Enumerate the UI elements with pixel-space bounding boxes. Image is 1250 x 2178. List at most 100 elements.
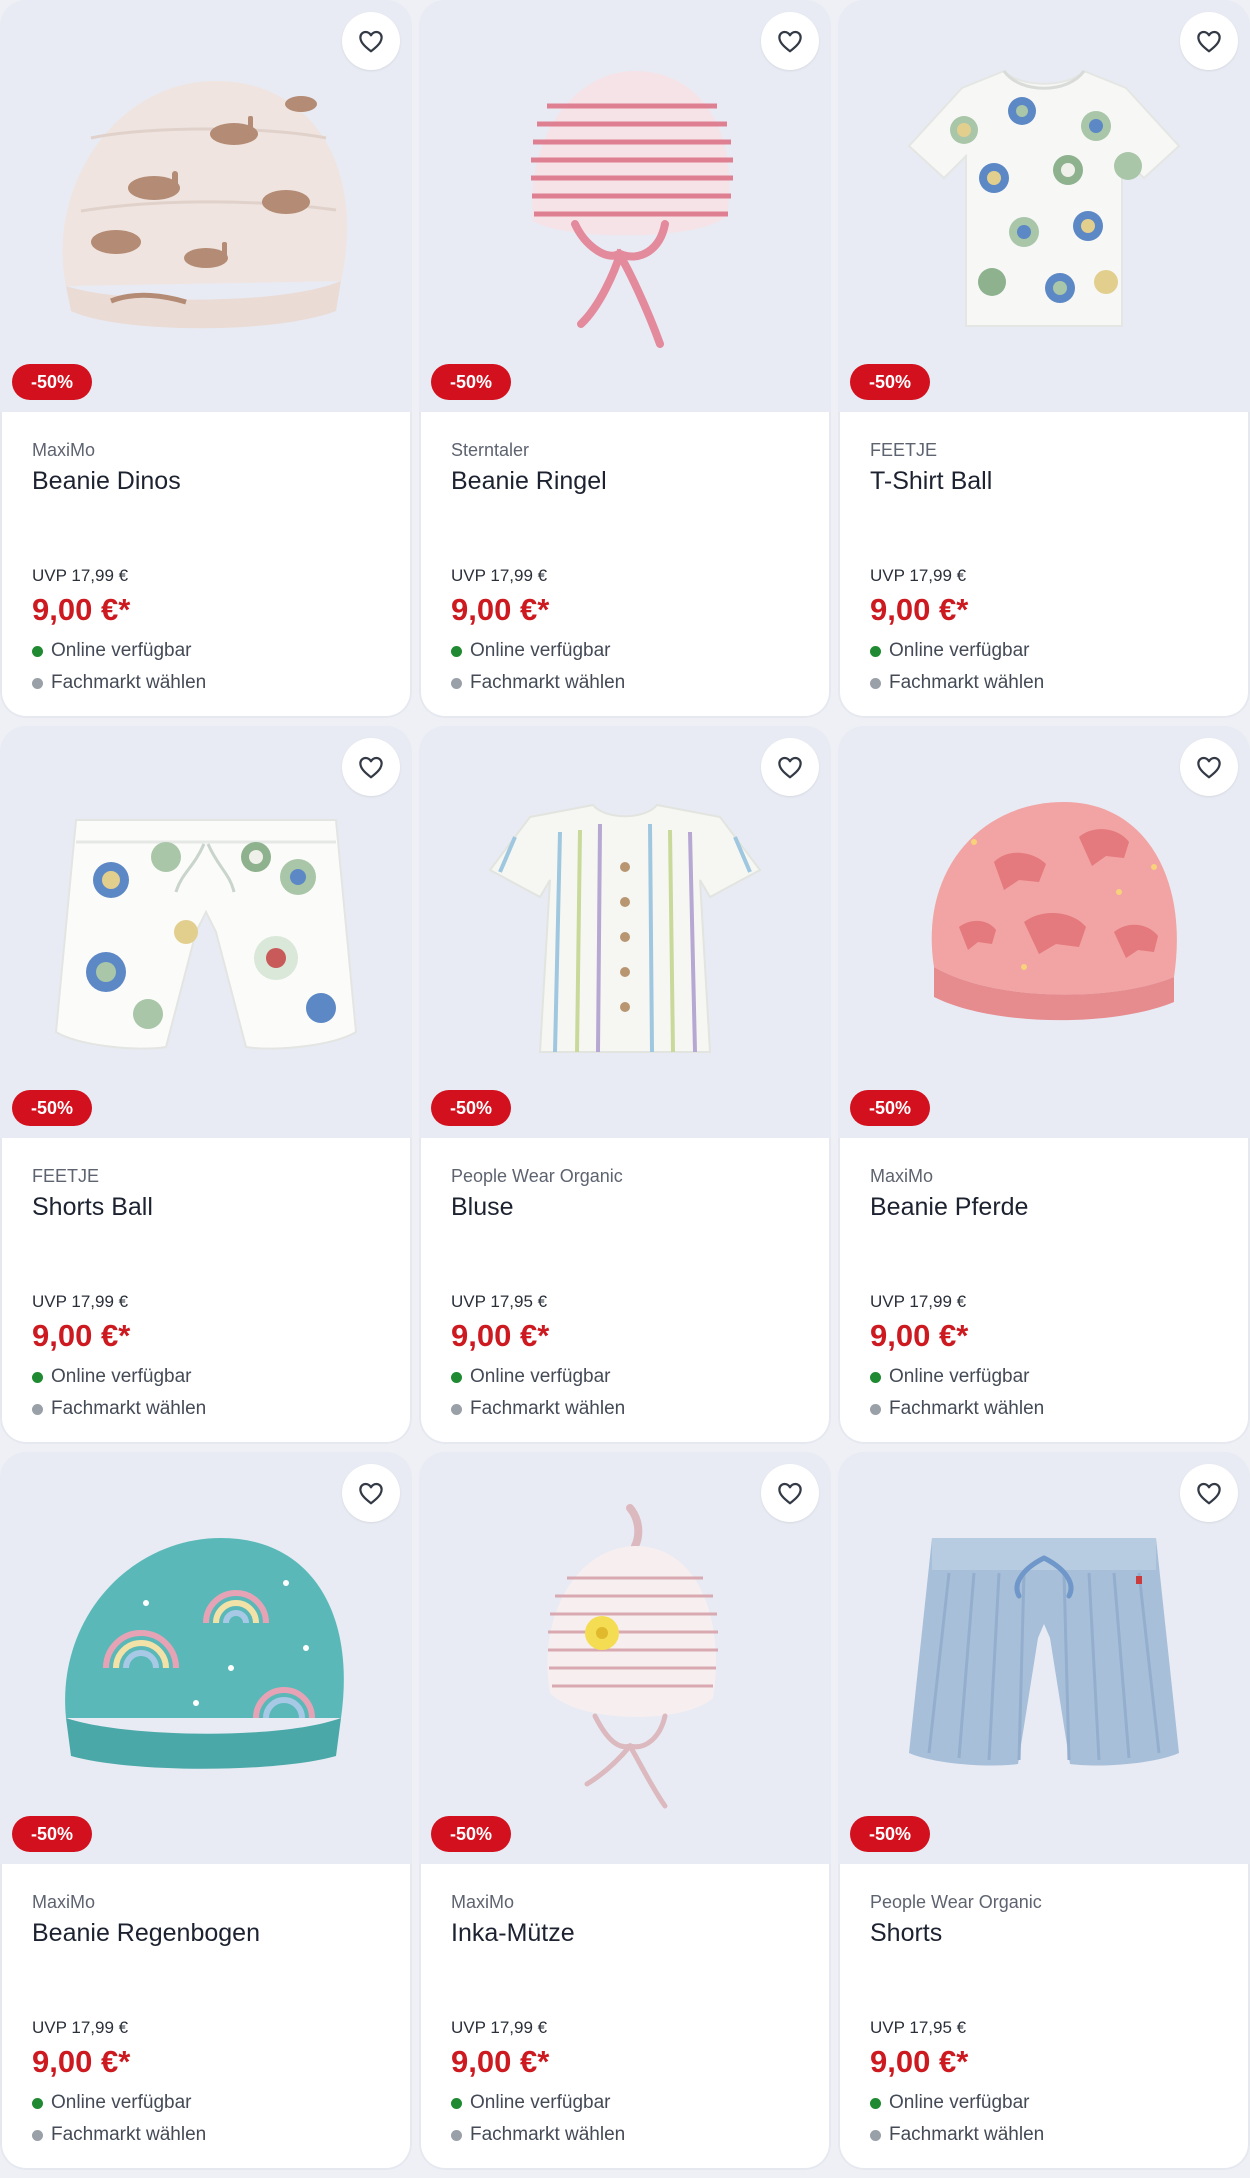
store-availability[interactable]: Fachmarkt wählen (451, 2124, 625, 2146)
store-availability[interactable]: Fachmarkt wählen (32, 672, 206, 694)
sale-price: 9,00 €* (870, 1318, 969, 1353)
store-availability[interactable]: Fachmarkt wählen (870, 672, 1044, 694)
online-availability: Online verfügbar (870, 640, 1029, 662)
online-status-label: Online verfügbar (470, 1366, 611, 1387)
product-card[interactable]: -50% People Wear Organic Shorts UVP 17,9… (838, 1452, 1250, 2170)
store-availability[interactable]: Fachmarkt wählen (451, 1398, 625, 1420)
product-media[interactable]: -50% (419, 726, 831, 1138)
product-title[interactable]: Shorts (870, 1918, 942, 1949)
product-title[interactable]: Bluse (451, 1192, 514, 1223)
store-availability[interactable]: Fachmarkt wählen (451, 672, 625, 694)
store-status-label[interactable]: Fachmarkt wählen (889, 672, 1044, 694)
product-card[interactable]: -50% FEETJE T-Shirt Ball UVP 17,99 € 9,0… (838, 0, 1250, 718)
store-status-label[interactable]: Fachmarkt wählen (470, 672, 625, 694)
discount-badge: -50% (850, 364, 930, 400)
product-card[interactable]: -50% MaxiMo Beanie Dinos UVP 17,99 € 9,0… (0, 0, 412, 718)
online-status-dot-icon (451, 1371, 462, 1383)
store-status-dot-icon (870, 677, 881, 689)
favorite-button[interactable] (761, 12, 819, 70)
favorite-button[interactable] (761, 1464, 819, 1522)
heart-outline-icon (778, 30, 802, 53)
product-card[interactable]: -50% MaxiMo Inka-Mütze UVP 17,99 € 9,00 … (419, 1452, 831, 2170)
sale-price: 9,00 €* (451, 2044, 550, 2079)
uvp-price: UVP 17,99 € (32, 2018, 129, 2037)
store-status-dot-icon (451, 1403, 462, 1415)
store-availability[interactable]: Fachmarkt wählen (32, 2124, 206, 2146)
product-media[interactable]: -50% (0, 0, 412, 412)
store-status-label[interactable]: Fachmarkt wählen (889, 2124, 1044, 2146)
sale-price: 9,00 €* (32, 1318, 131, 1353)
product-title[interactable]: Shorts Ball (32, 1192, 153, 1223)
discount-badge: -50% (850, 1090, 930, 1126)
store-status-label[interactable]: Fachmarkt wählen (51, 672, 206, 694)
product-title[interactable]: Beanie Dinos (32, 466, 181, 497)
product-title[interactable]: Beanie Pferde (870, 1192, 1028, 1223)
product-brand: MaxiMo (451, 1892, 515, 1912)
heart-outline-icon (359, 756, 383, 779)
store-status-label[interactable]: Fachmarkt wählen (470, 1398, 625, 1420)
heart-outline-icon (778, 1482, 802, 1505)
store-availability[interactable]: Fachmarkt wählen (870, 2124, 1044, 2146)
store-status-dot-icon (870, 1403, 881, 1415)
sale-price: 9,00 €* (870, 592, 969, 627)
favorite-button[interactable] (342, 1464, 400, 1522)
beanie-regenbogen-image (65, 1538, 344, 1769)
uvp-price: UVP 17,99 € (32, 1292, 129, 1311)
online-status-dot-icon (870, 1371, 881, 1383)
store-availability[interactable]: Fachmarkt wählen (870, 1398, 1044, 1420)
product-title[interactable]: Inka-Mütze (451, 1918, 575, 1949)
inka-muetze-image (547, 1504, 718, 1809)
uvp-price: UVP 17,99 € (870, 1292, 967, 1311)
heart-outline-icon (359, 1482, 383, 1505)
product-card[interactable]: -50% MaxiMo Beanie Pferde UVP 17,99 € 9,… (838, 726, 1250, 1444)
product-card[interactable]: -50% FEETJE Shorts Ball UVP 17,99 € 9,00… (0, 726, 412, 1444)
favorite-button[interactable] (1180, 738, 1238, 796)
discount-badge: -50% (850, 1816, 930, 1852)
online-status-dot-icon (32, 2097, 43, 2109)
product-brand: FEETJE (32, 1166, 100, 1186)
store-status-label[interactable]: Fachmarkt wählen (470, 2124, 625, 2146)
online-availability: Online verfügbar (451, 640, 610, 662)
online-status-label: Online verfügbar (51, 2092, 192, 2113)
online-status-label: Online verfügbar (51, 1366, 192, 1387)
favorite-button[interactable] (342, 738, 400, 796)
product-media[interactable]: -50% (419, 0, 831, 412)
product-card[interactable]: -50% Sterntaler Beanie Ringel UVP 17,99 … (419, 0, 831, 718)
online-status-label: Online verfügbar (470, 640, 611, 661)
store-availability[interactable]: Fachmarkt wählen (32, 1398, 206, 1420)
product-card[interactable]: -50% People Wear Organic Bluse UVP 17,95… (419, 726, 831, 1444)
store-status-label[interactable]: Fachmarkt wählen (889, 1398, 1044, 1420)
favorite-button[interactable] (342, 12, 400, 70)
discount-badge: -50% (431, 1816, 511, 1852)
product-media[interactable]: -50% (419, 1452, 831, 1864)
store-status-label[interactable]: Fachmarkt wählen (51, 1398, 206, 1420)
online-status-label: Online verfügbar (51, 640, 192, 661)
product-info: MaxiMo Beanie Regenbogen UVP 17,99 € 9,0… (32, 1864, 388, 2170)
uvp-price: UVP 17,99 € (451, 566, 548, 585)
favorite-button[interactable] (1180, 1464, 1238, 1522)
product-title[interactable]: Beanie Regenbogen (32, 1918, 260, 1949)
heart-outline-icon (1197, 30, 1221, 53)
product-title[interactable]: T-Shirt Ball (870, 466, 992, 497)
shorts-ball-image (54, 819, 358, 1050)
product-brand: MaxiMo (870, 1166, 934, 1186)
product-media[interactable]: -50% (838, 0, 1250, 412)
uvp-price: UVP 17,95 € (451, 1292, 548, 1311)
product-info: People Wear Organic Shorts UVP 17,95 € 9… (870, 1864, 1226, 2170)
product-title[interactable]: Beanie Ringel (451, 466, 607, 497)
discount-badge: -50% (12, 364, 92, 400)
product-info: MaxiMo Inka-Mütze UVP 17,99 € 9,00 €* On… (451, 1864, 807, 2170)
online-status-label: Online verfügbar (889, 1366, 1030, 1387)
favorite-button[interactable] (761, 738, 819, 796)
product-media[interactable]: -50% (838, 726, 1250, 1138)
product-info: MaxiMo Beanie Pferde UVP 17,99 € 9,00 €*… (870, 1138, 1226, 1444)
uvp-price: UVP 17,95 € (870, 2018, 967, 2037)
product-card[interactable]: -50% MaxiMo Beanie Regenbogen UVP 17,99 … (0, 1452, 412, 2170)
favorite-button[interactable] (1180, 12, 1238, 70)
product-media[interactable]: -50% (0, 726, 412, 1138)
product-media[interactable]: -50% (838, 1452, 1250, 1864)
beanie-pferde-image (931, 802, 1177, 1021)
store-status-label[interactable]: Fachmarkt wählen (51, 2124, 206, 2146)
product-media[interactable]: -50% (0, 1452, 412, 1864)
beanie-ringel-image (531, 71, 733, 348)
